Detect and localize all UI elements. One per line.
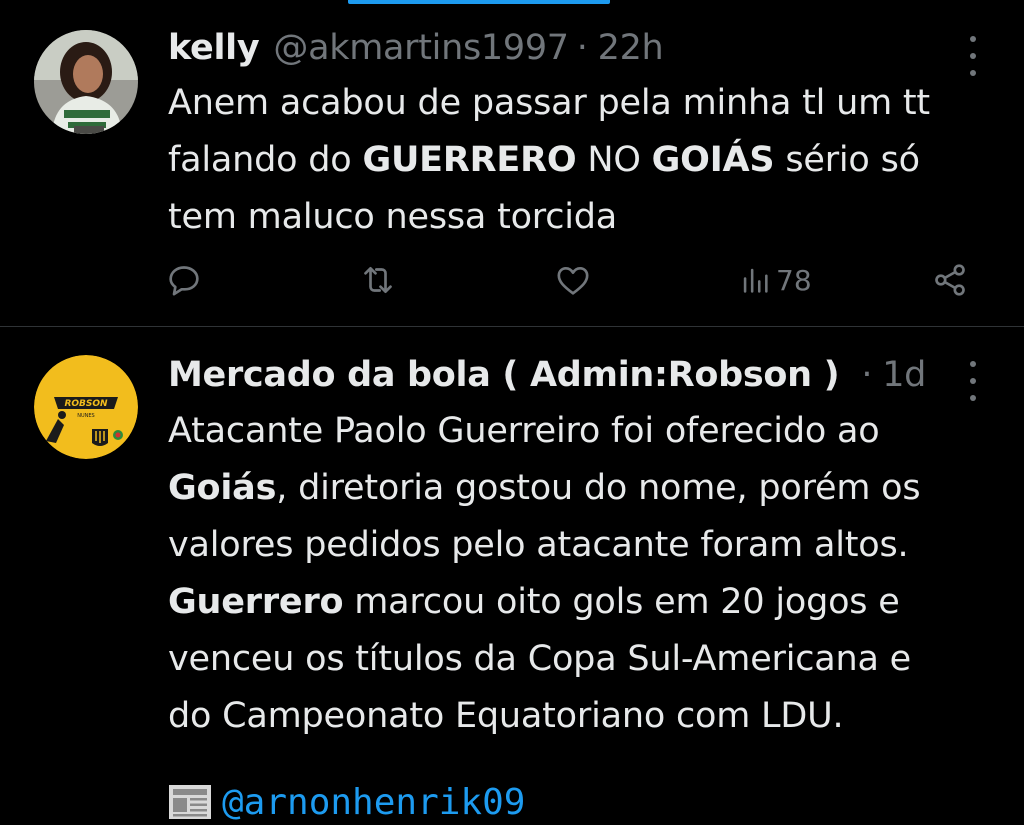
svg-text:ROBSON: ROBSON <box>64 399 108 409</box>
tweet-text: Anem acabou de passar pela minha tl um t… <box>168 75 988 246</box>
text-line: do Campeonato Equatoriano com LDU. <box>168 696 844 736</box>
tweet-header: Mercado da bola ( Admin:Robson ) · 1d <box>168 353 926 397</box>
mention-link[interactable]: @arnonhenrik09 <box>222 782 525 823</box>
more-icon[interactable] <box>968 36 978 76</box>
avatar[interactable]: ROBSON NUNES <box>34 355 138 459</box>
avatar[interactable] <box>34 30 138 134</box>
tweet-text: Atacante Paolo Guerreiro foi oferecido a… <box>168 403 988 745</box>
reply-icon <box>169 266 199 296</box>
svg-text:NUNES: NUNES <box>77 413 94 419</box>
separator: · <box>576 28 588 68</box>
source-credit: @arnonhenrik09 <box>168 779 525 825</box>
text-line: falando do GUERRERO NO GOIÁS sério só <box>168 140 920 180</box>
action-bar: 78 <box>160 256 990 304</box>
share-icon <box>935 264 965 296</box>
newspaper-icon <box>169 785 211 819</box>
display-name[interactable]: kelly <box>168 28 260 68</box>
user-handle[interactable]: @akmartins1997 <box>273 28 569 68</box>
display-name[interactable]: Mercado da bola ( Admin:Robson ) <box>168 355 840 395</box>
retweet-button[interactable] <box>358 256 398 304</box>
timestamp[interactable]: 1d <box>882 355 926 395</box>
text-line: Anem acabou de passar pela minha tl um t… <box>168 83 930 123</box>
text-line: Goiás, diretoria gostou do nome, porém o… <box>168 468 921 508</box>
like-icon <box>557 267 589 295</box>
tweet[interactable]: ROBSON NUNES Mercado da bola ( Admin:Rob… <box>0 327 1024 823</box>
tweet-header: kelly @akmartins1997 · 22h <box>168 26 664 70</box>
share-button[interactable] <box>930 256 970 304</box>
text-line: Guerrero marcou oito gols em 20 jogos e <box>168 582 900 622</box>
timestamp[interactable]: 22h <box>598 28 664 68</box>
text-line: valores pedidos pelo atacante foram alto… <box>168 525 909 565</box>
like-button[interactable] <box>553 256 593 304</box>
views-icon <box>743 268 768 293</box>
text-line: Atacante Paolo Guerreiro foi oferecido a… <box>168 411 880 451</box>
views-count: 78 <box>776 263 812 297</box>
separator: · <box>861 355 873 395</box>
retweet-icon <box>364 267 392 293</box>
text-line: venceu os títulos da Copa Sul-Americana … <box>168 639 912 679</box>
tweet[interactable]: kelly @akmartins1997 · 22h Anem acabou d… <box>0 0 1024 327</box>
text-line: tem maluco nessa torcida <box>168 197 618 237</box>
views-button[interactable]: 78 <box>738 256 812 304</box>
more-icon[interactable] <box>968 361 978 401</box>
reply-button[interactable] <box>164 256 204 304</box>
